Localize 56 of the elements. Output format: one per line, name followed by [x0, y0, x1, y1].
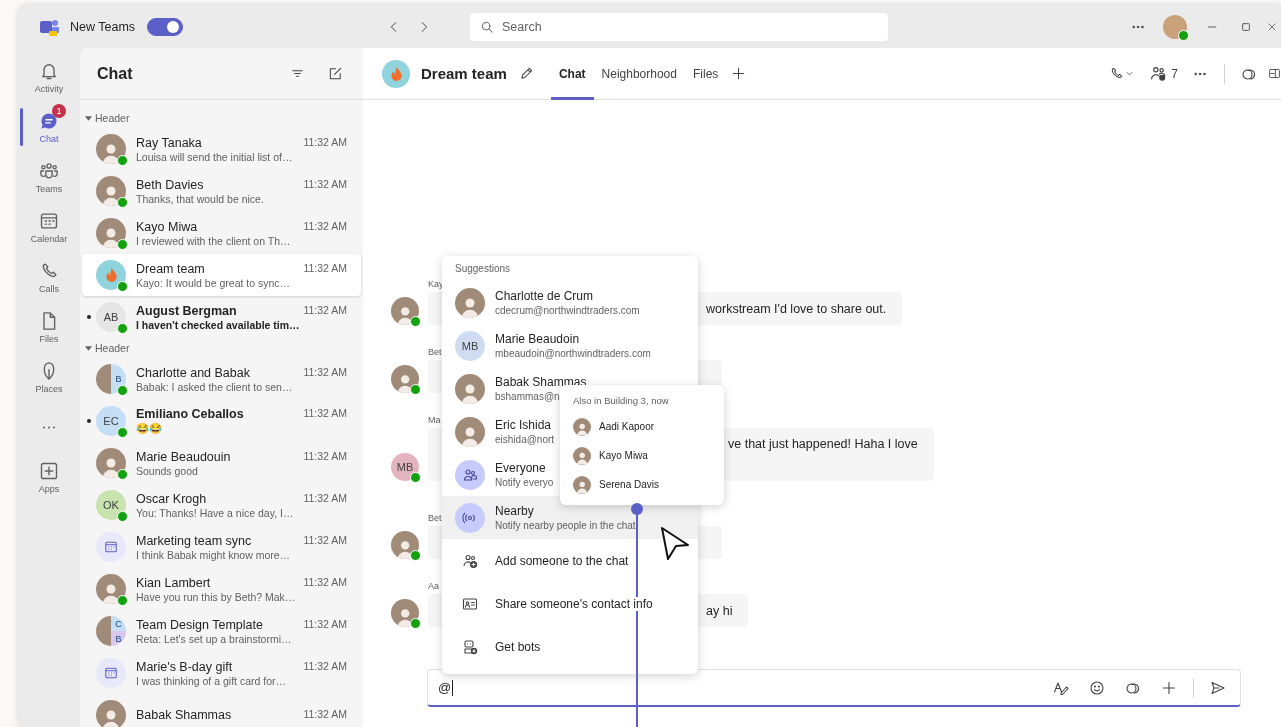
chat-preview: Thanks, that would be nice.: [136, 192, 265, 205]
chat-preview: Reta: Let's set up a brainstormi…: [136, 632, 293, 645]
initials-avatar: AB: [96, 302, 126, 332]
initials-avatar: OK: [96, 490, 126, 520]
chat-time: 11:32 AM: [303, 491, 347, 506]
chat-name: Charlotte and Babak: [136, 365, 250, 380]
sender-name: Ma: [428, 415, 441, 425]
chat-name: August Bergman: [136, 303, 237, 318]
chat-name: Kian Lambert: [136, 575, 211, 590]
chat-time: 11:32 AM: [303, 533, 347, 548]
chat-time: 11:32 AM: [303, 135, 347, 150]
notification-badge: 1: [52, 104, 66, 118]
chat-time: 11:32 AM: [303, 261, 347, 276]
chat-time: 11:32 AM: [303, 177, 347, 192]
chat-preview: Have you run this by Beth? Mak…: [136, 590, 297, 603]
chat-name: Babak Shammas: [136, 708, 232, 722]
menu-header: Suggestions: [455, 263, 511, 274]
chat-preview: Louisa will send the initial list of…: [136, 150, 294, 163]
menu-header: Also in Building 3, now: [573, 395, 669, 406]
chat-name: Team Design Template: [136, 617, 263, 632]
chat-name: Marie's B-day gift: [136, 659, 233, 674]
chat-name: Marie Beaudouin: [136, 449, 231, 464]
chat-name: Oscar Krogh: [136, 491, 207, 506]
chat-preview: I was thinking of a gift card for…: [136, 674, 287, 687]
chat-preview: Babak: I asked the client to sen…: [136, 380, 294, 393]
chat-title: Dream team: [421, 65, 507, 82]
panel-title: Chat: [97, 64, 133, 83]
chat-time: 11:32 AM: [303, 708, 347, 722]
app-name: New Teams: [70, 19, 136, 34]
chat-name: Dream team: [136, 261, 205, 276]
chat-preview: Kayo: It would be great to sync…: [136, 276, 292, 289]
chat-name: Marketing team sync: [136, 533, 252, 548]
chat-name: Kayo Miwa: [136, 219, 198, 234]
chat-preview: I think Babak might know more…: [136, 548, 292, 561]
chat-preview: You: Thanks! Have a nice day, I…: [136, 506, 295, 519]
initials-avatar: EC: [96, 406, 126, 436]
chat-time: 11:32 AM: [303, 303, 347, 318]
chat-time: 11:32 AM: [303, 617, 347, 632]
initials-avatar: MB: [391, 453, 419, 481]
chat-preview: I haven't checked available tim…: [136, 318, 301, 331]
chat-preview: I reviewed with the client on Th…: [136, 234, 292, 247]
chat-preview: Sounds good: [136, 464, 199, 477]
chat-name: Ray Tanaka: [136, 135, 202, 150]
sender-name: Bet: [428, 513, 442, 523]
chat-time: 11:32 AM: [303, 407, 347, 421]
chat-name: Beth Davies: [136, 177, 204, 192]
sender-name: Bet: [428, 347, 442, 357]
chat-time: 11:32 AM: [303, 575, 347, 590]
chat-time: 11:32 AM: [303, 449, 347, 464]
initials-avatar: MB: [455, 330, 485, 361]
chat-name: Emiliano Ceballos: [136, 407, 244, 421]
chat-time: 11:32 AM: [303, 219, 347, 234]
chat-preview: 😂😂: [136, 422, 163, 435]
chat-time: 11:32 AM: [303, 659, 347, 674]
sender-name: Aa: [428, 581, 439, 591]
chat-time: 11:32 AM: [303, 365, 347, 380]
